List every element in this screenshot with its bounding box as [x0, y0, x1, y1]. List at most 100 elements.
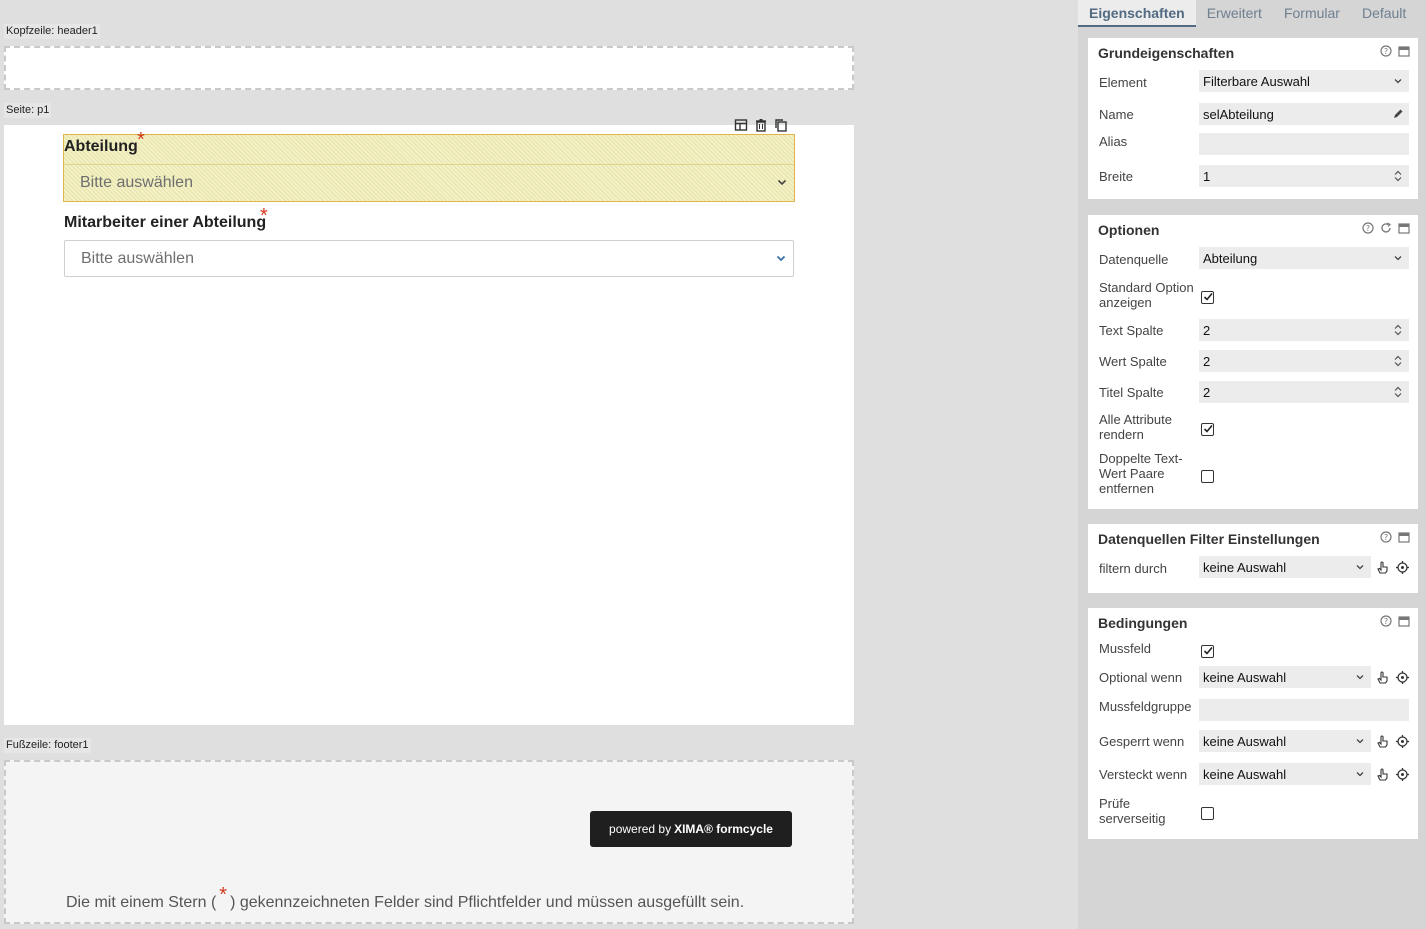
svg-text:?: ? — [1366, 224, 1370, 233]
select-datenquelle-value: Abteilung — [1203, 250, 1258, 266]
trash-icon[interactable] — [754, 118, 768, 132]
select-element[interactable]: Filterbare Auswahl — [1199, 70, 1409, 92]
tab-default[interactable]: Default — [1351, 0, 1417, 27]
hand-pointer-icon[interactable] — [1376, 768, 1389, 781]
required-star: * — [260, 205, 268, 227]
field-toolbar — [734, 117, 788, 133]
select-versteckt-wenn[interactable]: keine Auswahl — [1199, 763, 1371, 785]
pencil-icon[interactable] — [1392, 108, 1404, 120]
page-region-label: Seite: p1 — [4, 103, 52, 118]
checkbox-standard-option[interactable] — [1201, 291, 1214, 304]
label-text-spalte: Text Spalte — [1099, 323, 1164, 338]
panel-tabs: Eigenschaften Erweitert Formular Default — [1078, 0, 1426, 27]
form-canvas: Kopfzeile: header1 Seite: p1 Abteilung *… — [0, 0, 1087, 929]
crosshair-icon[interactable] — [1396, 561, 1409, 574]
select-gesperrt-wenn[interactable]: keine Auswahl — [1199, 730, 1371, 752]
input-mussfeldgruppe[interactable] — [1199, 699, 1409, 721]
checkbox-doppelte[interactable] — [1201, 470, 1214, 483]
chevron-down-icon — [1394, 256, 1402, 261]
help-icon[interactable]: ? — [1380, 45, 1392, 57]
select-optional-wenn[interactable]: keine Auswahl — [1199, 666, 1371, 688]
window-icon[interactable] — [1398, 531, 1410, 543]
select-mitarbeiter[interactable]: Bitte auswählen — [64, 240, 794, 277]
tab-formular[interactable]: Formular — [1273, 0, 1351, 27]
chevron-down-icon — [1356, 772, 1364, 777]
hand-pointer-icon[interactable] — [1376, 561, 1389, 574]
layout-icon[interactable] — [734, 118, 748, 132]
header-region-label: Kopfzeile: header1 — [4, 24, 100, 39]
stepper-icon[interactable] — [1392, 386, 1404, 398]
chevron-down-icon — [777, 179, 787, 186]
label-element: Element — [1099, 75, 1147, 90]
label-titel-spalte: Titel Spalte — [1099, 385, 1164, 400]
label-doppelte-3: entfernen — [1099, 481, 1154, 496]
input-text-spalte[interactable]: 2 — [1199, 319, 1409, 341]
label-datenquelle: Datenquelle — [1099, 252, 1169, 267]
powered-by-badge[interactable]: powered by XIMA® formcycle — [590, 811, 792, 847]
card-grundeigenschaften: Grundeigenschaften ? Element Filterbare … — [1088, 38, 1418, 199]
input-name-value: selAbteilung — [1203, 106, 1274, 122]
window-icon[interactable] — [1398, 222, 1410, 234]
input-breite-value: 1 — [1203, 168, 1211, 184]
label-filtern-durch: filtern durch — [1099, 561, 1167, 576]
footer-region-label: Fußzeile: footer1 — [4, 738, 91, 753]
label-standard-option-2: anzeigen — [1099, 295, 1152, 310]
input-name[interactable]: selAbteilung — [1199, 103, 1409, 125]
select-placeholder: Bitte auswählen — [80, 174, 193, 191]
card-optionen: Optionen ? Datenquelle Abteilung Standar… — [1088, 215, 1418, 509]
stepper-icon[interactable] — [1392, 170, 1404, 182]
help-icon[interactable]: ? — [1380, 531, 1392, 543]
card-title: Grundeigenschaften — [1098, 45, 1235, 61]
label-mussfeld: Mussfeld — [1099, 641, 1152, 656]
card-title: Datenquellen Filter Einstellungen — [1098, 531, 1320, 547]
label-wert-spalte: Wert Spalte — [1099, 354, 1167, 369]
svg-text:?: ? — [1384, 47, 1388, 56]
input-wert-spalte[interactable]: 2 — [1199, 350, 1409, 372]
chevron-down-icon — [1356, 739, 1364, 744]
check-icon — [1203, 424, 1213, 433]
tab-eigenschaften[interactable]: Eigenschaften — [1078, 0, 1196, 27]
chevron-down-icon — [776, 255, 786, 262]
checkbox-mussfeld[interactable] — [1201, 645, 1214, 658]
window-icon[interactable] — [1398, 45, 1410, 57]
input-titel-spalte[interactable]: 2 — [1199, 381, 1409, 403]
label-standard-option: Standard Option — [1099, 280, 1194, 295]
card-bedingungen: Bedingungen ? Mussfeld Optional wenn kei… — [1088, 608, 1418, 839]
required-note-star: * — [219, 884, 228, 906]
stepper-icon[interactable] — [1392, 355, 1404, 367]
input-breite[interactable]: 1 — [1199, 165, 1409, 187]
checkbox-pruefe-serverseitig[interactable] — [1201, 807, 1214, 820]
label-pruefe-2: serverseitig — [1099, 811, 1166, 826]
input-alias[interactable] — [1199, 133, 1409, 155]
required-star: * — [137, 129, 145, 151]
chevron-down-icon — [1394, 79, 1402, 84]
help-icon[interactable]: ? — [1380, 615, 1392, 627]
label-versteckt-wenn: Versteckt wenn — [1099, 767, 1188, 782]
label-doppelte: Doppelte Text- — [1099, 451, 1183, 466]
chevron-down-icon — [1356, 565, 1364, 570]
label-alle-attribute-2: rendern — [1099, 427, 1144, 442]
stepper-icon[interactable] — [1392, 324, 1404, 336]
copy-icon[interactable] — [774, 118, 788, 132]
select-versteckt-wenn-value: keine Auswahl — [1203, 766, 1287, 782]
select-abteilung[interactable]: Bitte auswählen — [64, 164, 794, 201]
refresh-icon[interactable] — [1380, 222, 1392, 234]
header-region[interactable] — [4, 46, 854, 90]
crosshair-icon[interactable] — [1396, 671, 1409, 684]
hand-pointer-icon[interactable] — [1376, 735, 1389, 748]
checkbox-alle-attribute[interactable] — [1201, 423, 1214, 436]
hand-pointer-icon[interactable] — [1376, 671, 1389, 684]
label-mussfeldgruppe: Mussfeldgruppe — [1099, 699, 1192, 714]
help-icon[interactable]: ? — [1362, 222, 1374, 234]
label-pruefe: Prüfe — [1099, 796, 1131, 811]
tab-erweitert[interactable]: Erweitert — [1196, 0, 1273, 27]
crosshair-icon[interactable] — [1396, 735, 1409, 748]
crosshair-icon[interactable] — [1396, 768, 1409, 781]
select-gesperrt-wenn-value: keine Auswahl — [1203, 733, 1287, 749]
select-datenquelle[interactable]: Abteilung — [1199, 247, 1409, 269]
select-filtern-durch[interactable]: keine Auswahl — [1199, 556, 1371, 578]
window-icon[interactable] — [1398, 615, 1410, 627]
label-name: Name — [1099, 107, 1134, 122]
select-filtern-durch-value: keine Auswahl — [1203, 559, 1287, 575]
chevron-down-icon — [1356, 675, 1364, 680]
